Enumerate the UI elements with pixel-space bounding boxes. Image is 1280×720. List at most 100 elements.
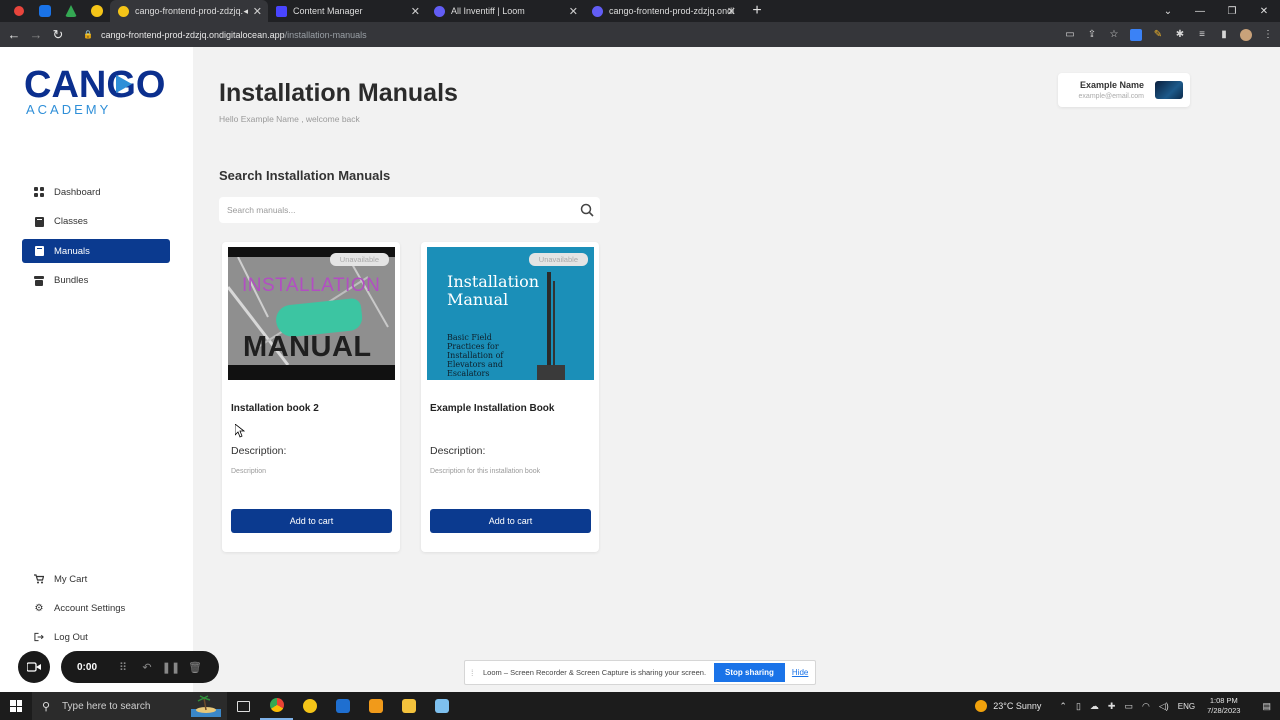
plus-icon[interactable]: ✚: [1108, 701, 1116, 712]
language-indicator[interactable]: ENG: [1178, 702, 1195, 711]
puzzle-icon[interactable]: ✱: [1174, 29, 1186, 41]
smiley-app-icon[interactable]: [293, 692, 326, 720]
extension-icons: ▭ ⇪ ☆ ✎ ✱ ≡ ▮ ⋮: [1064, 22, 1274, 47]
browser-tab-bar: cango-frontend-prod-zdzjq. ◂ ✕ Content M…: [0, 0, 1280, 22]
pinned-tab-1[interactable]: [6, 0, 32, 22]
add-to-cart-button[interactable]: Add to cart: [231, 509, 392, 533]
undo-icon[interactable]: ↶: [135, 661, 159, 674]
close-icon[interactable]: ✕: [727, 5, 736, 18]
bookmark-star-icon[interactable]: ☆: [1108, 29, 1120, 41]
sidebar-item-my-cart[interactable]: My Cart: [22, 567, 170, 591]
more-menu-icon[interactable]: ⋮: [1262, 29, 1274, 41]
reload-icon[interactable]: ↻: [47, 22, 69, 47]
sidebar-item-dashboard[interactable]: Dashboard: [22, 180, 170, 204]
sidebar-item-label: Log Out: [54, 631, 88, 643]
restore-icon[interactable]: ❐: [1216, 0, 1248, 22]
tab-loom[interactable]: All Inventiff | Loom ✕: [426, 0, 584, 22]
pinned-tab-3[interactable]: [58, 0, 84, 22]
sidebar-item-classes[interactable]: Classes: [22, 210, 170, 234]
add-to-cart-button[interactable]: Add to cart: [430, 509, 591, 533]
search-icon[interactable]: [580, 203, 594, 217]
url-field[interactable]: 🔒 cango-frontend-prod-zdzjq.ondigitaloce…: [83, 30, 367, 40]
pause-icon[interactable]: ❚❚: [159, 661, 183, 674]
chevron-up-icon[interactable]: ⌃: [1059, 701, 1067, 712]
cover-tower-drawing: [547, 272, 551, 372]
tab-title: cango-frontend-prod-zdzjq.: [135, 6, 244, 16]
notification-icon[interactable]: ▤: [1262, 701, 1271, 712]
share-text: Loom – Screen Recorder & Screen Capture …: [483, 668, 707, 677]
notepad-icon[interactable]: [425, 692, 458, 720]
sublime-icon[interactable]: [359, 692, 392, 720]
outlook-icon[interactable]: [326, 692, 359, 720]
back-icon[interactable]: ←: [3, 22, 25, 47]
avatar: [1155, 81, 1183, 99]
tab-cango-active[interactable]: cango-frontend-prod-zdzjq. ◂ ✕: [110, 0, 268, 22]
manual-title: Installation book 2: [231, 403, 319, 414]
sidebar-item-log-out[interactable]: Log Out: [22, 625, 170, 649]
cloud-icon[interactable]: ☁: [1090, 701, 1099, 712]
close-icon[interactable]: ✕: [569, 5, 578, 18]
new-tab-icon[interactable]: +: [746, 0, 768, 22]
close-icon[interactable]: ✕: [411, 5, 420, 18]
profile-avatar-icon[interactable]: [1240, 28, 1252, 41]
sidebar-item-account-settings[interactable]: ⚙ Account Settings: [22, 596, 170, 620]
drag-grid-icon[interactable]: ⠿: [111, 661, 135, 674]
manual-cover-image[interactable]: INSTALLATION MANUAL Unavailable: [228, 247, 395, 380]
app: CANGO ACADEMY Dashboard Classes Manuals …: [0, 47, 1280, 692]
minimize-icon[interactable]: —: [1184, 0, 1216, 22]
tab-content-manager[interactable]: Content Manager ✕: [268, 0, 426, 22]
manual-cover-image[interactable]: Installation Manual Basic Field Practice…: [427, 247, 594, 380]
window-controls: ⌄ — ❐ ✕: [1152, 0, 1280, 22]
pinned-tab-2[interactable]: [32, 0, 58, 22]
start-button[interactable]: [0, 692, 32, 720]
file-explorer-icon[interactable]: [392, 692, 425, 720]
display-icon[interactable]: ▭: [1124, 701, 1133, 712]
search-highlight-icon: [191, 695, 221, 717]
sidebar-bottom-nav: My Cart ⚙ Account Settings Log Out: [22, 567, 170, 654]
hide-link[interactable]: Hide: [792, 668, 808, 677]
close-icon[interactable]: ✕: [253, 5, 262, 18]
extension-1-icon[interactable]: [1130, 28, 1142, 41]
stop-sharing-button[interactable]: Stop sharing: [714, 663, 785, 682]
speaker-icon[interactable]: ◂: [243, 6, 248, 17]
volume-icon[interactable]: ◁): [1159, 701, 1169, 712]
pen-extension-icon[interactable]: ✎: [1152, 29, 1164, 41]
user-profile-card[interactable]: Example Name example@email.com: [1058, 73, 1190, 107]
battery-icon[interactable]: ▯: [1076, 701, 1081, 712]
lock-icon: 🔒: [83, 30, 93, 39]
cover-title: Installation Manual: [447, 272, 540, 309]
cover-tower-base: [537, 365, 565, 380]
wifi-icon[interactable]: ◠: [1142, 701, 1150, 712]
forward-icon[interactable]: →: [25, 22, 47, 47]
record-icon: [14, 6, 24, 16]
search-input[interactable]: [227, 205, 567, 215]
taskbar-search[interactable]: ⚲ Type here to search: [32, 692, 227, 720]
chrome-taskbar-icon[interactable]: [260, 692, 293, 720]
side-panel-icon[interactable]: ▮: [1218, 29, 1230, 41]
tab-cango-2[interactable]: cango-frontend-prod-zdzjq.ondi ✕: [584, 0, 742, 22]
url-host: cango-frontend-prod-zdzjq.ondigitalocean…: [100, 29, 285, 40]
clock[interactable]: 1:08 PM 7/28/2023: [1207, 696, 1240, 716]
tab-search-icon[interactable]: ⌄: [1152, 0, 1184, 22]
sidebar-item-bundles[interactable]: Bundles: [22, 269, 170, 293]
cover-text-top: INSTALLATION: [242, 275, 381, 296]
description-text: Description for this installation book: [430, 468, 541, 475]
sidebar-item-manuals[interactable]: Manuals: [22, 239, 170, 263]
weather-text[interactable]: 23°C Sunny: [993, 701, 1041, 711]
cover-dark-band: [228, 365, 395, 380]
sidebar-nav: Dashboard Classes Manuals Bundles: [22, 180, 170, 298]
window-close-icon[interactable]: ✕: [1248, 0, 1280, 22]
trash-icon[interactable]: 🗑: [183, 661, 207, 674]
url-path: /installation-manuals: [284, 29, 367, 40]
cover-tower-drawing: [553, 281, 555, 373]
task-view-icon[interactable]: [227, 692, 260, 720]
loom-camera-button[interactable]: [18, 651, 50, 683]
grip-icon[interactable]: ⁞: [471, 668, 481, 678]
book-icon: [34, 216, 44, 227]
cango-logo[interactable]: CANGO ACADEMY: [24, 66, 170, 116]
sidebar-toggle-icon[interactable]: ▭: [1064, 29, 1076, 41]
reading-list-icon[interactable]: ≡: [1196, 29, 1208, 41]
pinned-tab-4[interactable]: [84, 0, 110, 22]
manual-title: Example Installation Book: [430, 403, 555, 414]
share-icon[interactable]: ⇪: [1086, 29, 1098, 41]
